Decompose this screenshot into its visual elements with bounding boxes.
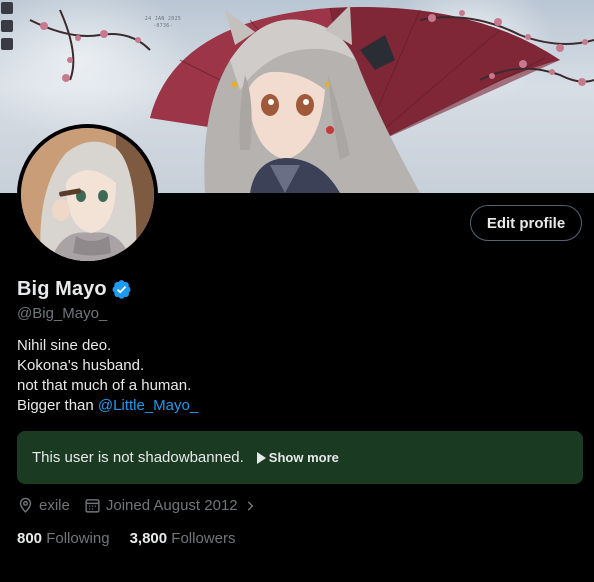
play-triangle-icon: [256, 451, 266, 464]
bio-mention-link[interactable]: @Little_Mayo_: [98, 397, 198, 414]
joined-item[interactable]: Joined August 2012: [84, 497, 262, 514]
bio-line: not that much of a human.: [17, 377, 192, 394]
banner-corner-icons: [0, 0, 14, 56]
verified-badge-icon[interactable]: [111, 279, 132, 300]
following-link[interactable]: 800 Following: [17, 530, 110, 547]
bio-line: Kokona's husband.: [17, 357, 145, 374]
banner-date-line-2: -0736-: [153, 23, 173, 29]
location-pin-icon: [19, 497, 32, 513]
edit-profile-button[interactable]: Edit profile: [470, 205, 582, 241]
chevron-right-icon: [247, 500, 254, 511]
shadowban-status-text: This user is not shadowbanned.: [32, 449, 244, 466]
location-item: exile: [17, 497, 70, 514]
avatar[interactable]: [17, 124, 158, 265]
bio-line: Nihil sine deo.: [17, 337, 112, 354]
show-more-label: Show more: [268, 450, 339, 465]
follow-stats: 800 Following 3,800 Followers: [17, 530, 255, 547]
show-more-button[interactable]: Show more: [256, 450, 339, 465]
following-count: 800: [17, 530, 43, 547]
handle: @Big_Mayo_: [17, 305, 108, 322]
followers-label: Followers: [171, 530, 236, 547]
bio-line-last: Bigger than @Little_Mayo_: [17, 396, 198, 416]
name-row: Big Mayo: [17, 278, 132, 301]
location-text: exile: [39, 497, 70, 514]
display-name: Big Mayo: [17, 278, 107, 300]
joined-text: Joined August 2012: [105, 497, 238, 514]
calendar-icon: [85, 499, 100, 513]
avatar-artwork: [21, 128, 154, 261]
banner-date-stamp: 24 JAN 2025 -0736-: [140, 16, 186, 30]
following-label: Following: [46, 530, 110, 547]
followers-link[interactable]: 3,800 Followers: [130, 530, 236, 547]
shadowban-status-box: This user is not shadowbanned. Show more: [17, 431, 583, 484]
bio-line-text: Bigger than: [17, 397, 94, 414]
banner-date-line-1: 24 JAN 2025: [144, 16, 182, 22]
profile-meta-row: exile Joined August 2012: [17, 497, 276, 514]
bio: Nihil sine deo. Kokona's husband. not th…: [17, 336, 198, 416]
followers-count: 3,800: [129, 530, 168, 547]
